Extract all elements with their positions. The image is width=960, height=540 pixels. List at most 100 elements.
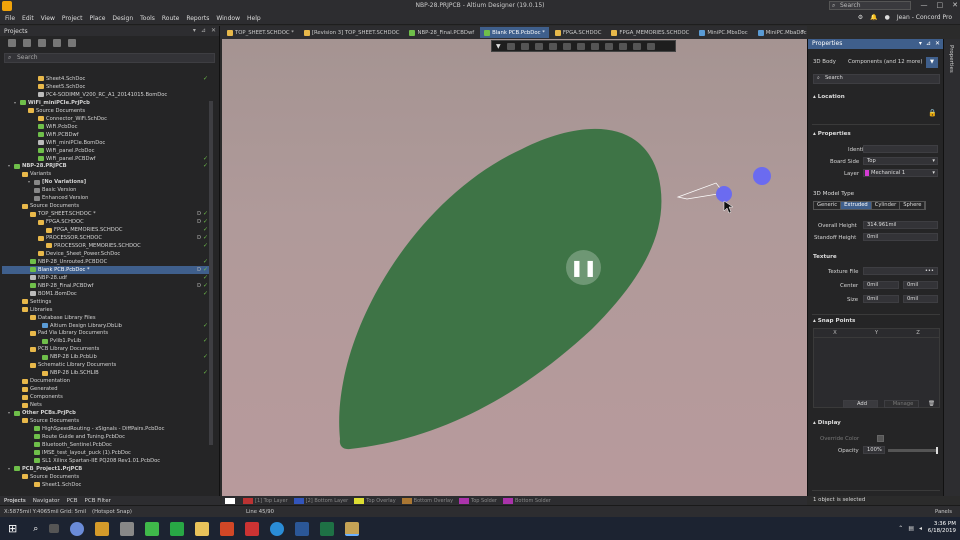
model-type-option[interactable]: Cylinder [872, 202, 901, 209]
layer-tab[interactable]: Bottom Overlay [401, 497, 453, 504]
tree-item[interactable]: WiFi.PCBDwf [2, 131, 210, 139]
model-type-option[interactable]: Generic [814, 202, 842, 209]
tree-item[interactable]: Settings [2, 298, 210, 306]
extruded-3d-body[interactable] [339, 128, 662, 450]
browse-icon[interactable]: ••• [925, 268, 934, 274]
search-icon[interactable]: ⌕ [33, 524, 38, 534]
menu-route[interactable]: Route [162, 15, 179, 22]
route-icon[interactable] [562, 42, 571, 50]
tree-item[interactable]: ▾ [No Variations] [2, 178, 210, 186]
tree-item[interactable]: Connector_WiFi.SchDoc [2, 115, 210, 123]
chevron-up-icon[interactable]: ⌃ [898, 525, 903, 532]
board-side-select[interactable]: Top ▾ [863, 157, 938, 165]
menu-tools[interactable]: Tools [140, 15, 155, 22]
document-tab[interactable]: MiniPC.MbaDoc [754, 27, 807, 38]
tree-expand-icon[interactable]: ▾ [8, 409, 13, 417]
altium-taskbar-icon[interactable] [95, 521, 110, 536]
taskbar-clock[interactable]: 3:36 PM 6/18/2019 [928, 521, 956, 535]
section-properties[interactable]: ▴ Properties [813, 131, 851, 137]
tree-item[interactable]: PC4-SODIMM_V200_RC_A1_20141015.BomDoc [2, 91, 210, 99]
tree-item[interactable]: NBP-28.udf ✓ [2, 274, 210, 282]
user-avatar-icon[interactable]: ● [885, 14, 890, 21]
layer-tab[interactable]: Top Solder [459, 497, 497, 504]
opacity-field[interactable]: 100% [863, 446, 885, 454]
size-x-field[interactable]: 0mil [863, 295, 899, 303]
rectangle-icon[interactable] [632, 42, 641, 50]
section-snap-points[interactable]: ▴ Snap Points [813, 318, 855, 324]
tree-item[interactable]: PROCESSOR.SCHDOC D ✓ [2, 234, 210, 242]
properties-search-input[interactable]: ⌕ Search [813, 74, 940, 84]
tree-item[interactable]: Source Documents [2, 202, 210, 210]
panels-button[interactable]: Panels [935, 509, 952, 515]
tree-item[interactable]: WiFi_panel.PCBDwf ✓ [2, 155, 210, 163]
tree-item[interactable]: FPGA.SCHDOC D ✓ [2, 218, 210, 226]
tree-item[interactable]: ▾ Other PCBs.PrjPcb [2, 409, 210, 417]
tree-scrollbar[interactable] [209, 101, 213, 445]
document-tab[interactable]: NBP-28_Final.PCBDwf [405, 27, 478, 38]
tree-expand-icon[interactable]: ▾ [8, 162, 13, 170]
tree-item[interactable]: NBP-28 Lib.PcbLib ✓ [2, 353, 210, 361]
tree-expand-icon[interactable]: ▾ [28, 178, 33, 186]
tree-item[interactable]: FPGA_MEMORIES.SCHDOC ✓ [2, 226, 210, 234]
model-type-option[interactable]: Extruded [841, 202, 872, 209]
identifier-field[interactable] [863, 145, 938, 153]
center-x-field[interactable]: 0mil [863, 281, 899, 289]
tree-item[interactable]: Variants [2, 170, 210, 178]
camtasia-icon[interactable] [145, 521, 160, 536]
tree-item[interactable]: Source Documents [2, 417, 210, 425]
bell-icon[interactable]: 🔔 [870, 14, 877, 21]
user-name[interactable]: Jean - Concord Pro [897, 14, 952, 21]
tree-item[interactable]: SL1 Xilinx Spartan-IIE PQ208 Rev1.01.Pcb… [2, 457, 210, 465]
tree-item[interactable]: Blank PCB.PcbDoc * D ✓ [2, 266, 210, 274]
word-icon[interactable] [295, 521, 310, 536]
tree-item[interactable]: Generated [2, 385, 210, 393]
tree-item[interactable]: Bluetooth_Sentinel.PcbDoc [2, 441, 210, 449]
lock-icon[interactable]: 🔒 [928, 109, 937, 117]
windows-start-icon[interactable]: ⊞ [8, 522, 17, 535]
manage-button[interactable]: Manage [884, 400, 919, 408]
layer-tab[interactable]: Top Overlay [354, 497, 396, 504]
menu-help[interactable]: Help [247, 15, 261, 22]
tree-item[interactable]: WiFi_miniPCIe.BomDoc [2, 139, 210, 147]
filter-funnel-icon[interactable]: ▼ [926, 57, 938, 68]
settings-icon[interactable] [68, 39, 76, 47]
tree-item[interactable]: PROCESSOR_MEMORIES.SCHDOC ✓ [2, 242, 210, 250]
filter-icon[interactable]: ▼ [496, 43, 501, 50]
panel-close-icon[interactable]: ✕ [935, 39, 940, 49]
save-icon[interactable] [23, 39, 31, 47]
document-tab[interactable]: Blank PCB.PcbDoc * [480, 27, 549, 38]
pdf-reader-icon[interactable] [245, 521, 260, 536]
overall-height-field[interactable]: 314.961mil [863, 221, 938, 229]
menu-project[interactable]: Project [62, 15, 83, 22]
tree-item[interactable]: NBP-28_Unrouted.PCBDOC ✓ [2, 258, 210, 266]
tab-pcb[interactable]: PCB [67, 498, 78, 504]
tree-item[interactable]: Nets [2, 401, 210, 409]
layer-tab[interactable] [225, 497, 237, 504]
delete-icon[interactable]: 🗑 [928, 401, 935, 407]
menu-reports[interactable]: Reports [186, 15, 209, 22]
pcb-3d-canvas[interactable]: ❚❚ [222, 39, 807, 496]
opacity-slider-thumb[interactable] [936, 447, 938, 454]
tree-item[interactable]: Documentation [2, 377, 210, 385]
altium-active-icon[interactable] [345, 521, 360, 536]
add-button[interactable]: Add [843, 400, 878, 408]
tree-item[interactable]: Source Documents [2, 473, 210, 481]
document-tab[interactable]: FPGA.SCHDOC [551, 27, 606, 38]
standoff-height-field[interactable]: 0mil [863, 233, 938, 241]
chrome-icon[interactable] [270, 521, 285, 536]
polygon-icon[interactable] [590, 42, 599, 50]
tree-item[interactable]: BOM1.BomDoc ✓ [2, 290, 210, 298]
texture-file-field[interactable]: ••• [863, 267, 938, 275]
camtasia-recorder-icon[interactable] [170, 521, 185, 536]
menu-window[interactable]: Window [216, 15, 240, 22]
size-y-field[interactable]: 0mil [903, 295, 938, 303]
tab-menu-icon[interactable]: ▾ [801, 28, 804, 35]
tree-item[interactable]: Basic Version [2, 186, 210, 194]
tree-item[interactable]: TOP_SHEET.SCHDOC * D ✓ [2, 210, 210, 218]
tree-item[interactable]: IMSE_test_layout_puck (1).PcbDoc [2, 449, 210, 457]
minimize-icon[interactable]: — [921, 1, 928, 9]
dimension-icon[interactable] [618, 42, 627, 50]
align-icon[interactable] [534, 42, 543, 50]
tree-item[interactable]: WiFi.PcbDoc [2, 123, 210, 131]
tree-item[interactable]: HighSpeedRouting - xSignals - DiffPairs.… [2, 425, 210, 433]
